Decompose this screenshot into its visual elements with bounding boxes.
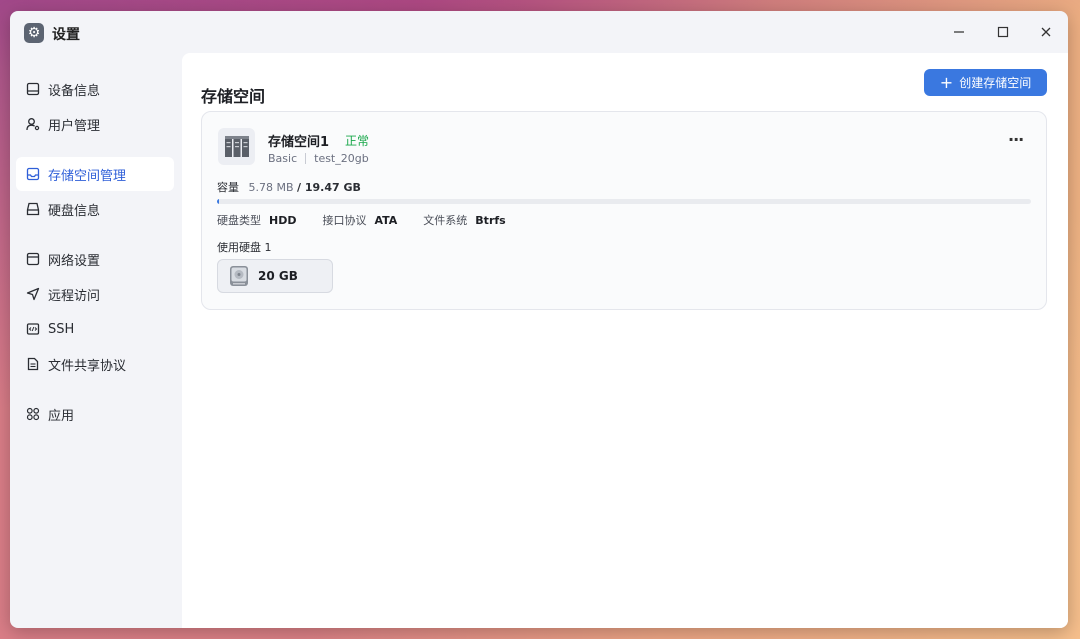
server-rack-icon [218, 128, 255, 165]
sidebar: 设备信息 用户管理 存储空间管理 硬盘信息 网络设置 远程访问 SSH 文件共享… [10, 53, 182, 628]
network-window-icon [25, 252, 40, 267]
prop-disk-type: 硬盘类型 HDD [217, 212, 296, 228]
capacity-used: 5.78 MB [248, 181, 294, 194]
storage-disk-group: test_20gb [314, 152, 369, 165]
create-storage-label: 创建存储空间 [959, 76, 1032, 90]
prop-value: ATA [374, 214, 398, 227]
gear-icon: ⚙ [24, 23, 44, 43]
sidebar-item-label: 文件共享协议 [48, 358, 127, 374]
prop-filesystem: 文件系统 Btrfs [423, 212, 505, 228]
sidebar-item-label: 存储空间管理 [48, 168, 127, 184]
page-title: 存储空间 [201, 87, 266, 106]
prop-label: 文件系统 [423, 214, 468, 227]
storage-properties: 硬盘类型 HDD 接口协议 ATA 文件系统 Btrfs [217, 212, 532, 228]
send-icon [25, 287, 40, 302]
status-badge: 正常 [345, 134, 370, 148]
more-options-button[interactable]: ··· [1008, 130, 1024, 149]
sidebar-item-label: 用户管理 [48, 118, 101, 134]
sidebar-item-ssh[interactable]: SSH [16, 312, 174, 346]
close-icon [1041, 27, 1051, 37]
sidebar-item-device-info[interactable]: 设备信息 [16, 72, 174, 106]
capacity-row: 容量 5.78 MB / 19.47 GB [217, 179, 361, 195]
storage-subtitle: Basic test_20gb [268, 152, 369, 165]
inbox-icon [25, 167, 40, 182]
sidebar-item-label: 应用 [48, 408, 75, 424]
disk-chip[interactable]: 20 GB [217, 259, 333, 293]
sidebar-item-apps[interactable]: 应用 [16, 397, 174, 431]
minimize-icon [954, 31, 964, 33]
sidebar-item-remote-access[interactable]: 远程访问 [16, 277, 174, 311]
apps-icon [25, 407, 40, 422]
sidebar-item-disk-info[interactable]: 硬盘信息 [16, 192, 174, 226]
sidebar-item-label: 硬盘信息 [48, 203, 101, 219]
document-icon [25, 357, 40, 372]
window-title: 设置 [52, 27, 80, 43]
divider [305, 153, 307, 164]
monitor-icon [25, 82, 40, 97]
titlebar: ⚙ 设置 [10, 11, 1068, 53]
capacity-total: / 19.47 GB [297, 181, 361, 194]
plus-icon: + [939, 72, 954, 92]
sidebar-item-label: 远程访问 [48, 288, 101, 304]
storage-card[interactable]: 存储空间1 正常 Basic test_20gb ··· 容量 5.78 MB … [201, 111, 1047, 310]
maximize-icon [997, 26, 1009, 38]
sidebar-item-network-settings[interactable]: 网络设置 [16, 242, 174, 276]
user-icon [25, 117, 40, 132]
code-icon [25, 322, 40, 337]
main-panel: 存储空间 + 创建存储空间 存储空间1 正常 Basic test_20gb ·… [182, 53, 1068, 628]
disk-icon [230, 266, 248, 286]
sidebar-item-label: SSH [48, 321, 75, 337]
prop-interface: 接口协议 ATA [322, 212, 397, 228]
sidebar-item-storage-management[interactable]: 存储空间管理 [16, 157, 174, 191]
sidebar-item-file-sharing[interactable]: 文件共享协议 [16, 347, 174, 381]
storage-name: 存储空间1 [268, 135, 330, 150]
capacity-progress-fill [217, 199, 220, 204]
used-disks-label: 使用硬盘 1 [217, 241, 272, 254]
settings-window: ⚙ 设置 设备信息 用户管理 存储空间管理 硬盘信息 网络设置 远程访问 SSH… [10, 11, 1068, 628]
sidebar-item-label: 网络设置 [48, 253, 101, 269]
prop-label: 接口协议 [322, 214, 367, 227]
create-storage-button[interactable]: + 创建存储空间 [924, 69, 1047, 96]
prop-value: Btrfs [475, 214, 506, 227]
hard-drive-icon [25, 202, 40, 217]
capacity-label: 容量 [217, 181, 239, 194]
capacity-progress-bar [217, 199, 1031, 204]
sidebar-item-label: 设备信息 [48, 83, 101, 99]
prop-label: 硬盘类型 [217, 214, 261, 227]
sidebar-item-user-management[interactable]: 用户管理 [16, 107, 174, 141]
prop-value: HDD [269, 214, 297, 227]
maximize-button[interactable] [990, 21, 1016, 43]
minimize-button[interactable] [946, 21, 972, 43]
close-button[interactable] [1033, 21, 1059, 43]
disk-size: 20 GB [258, 269, 298, 283]
storage-type: Basic [268, 152, 298, 165]
